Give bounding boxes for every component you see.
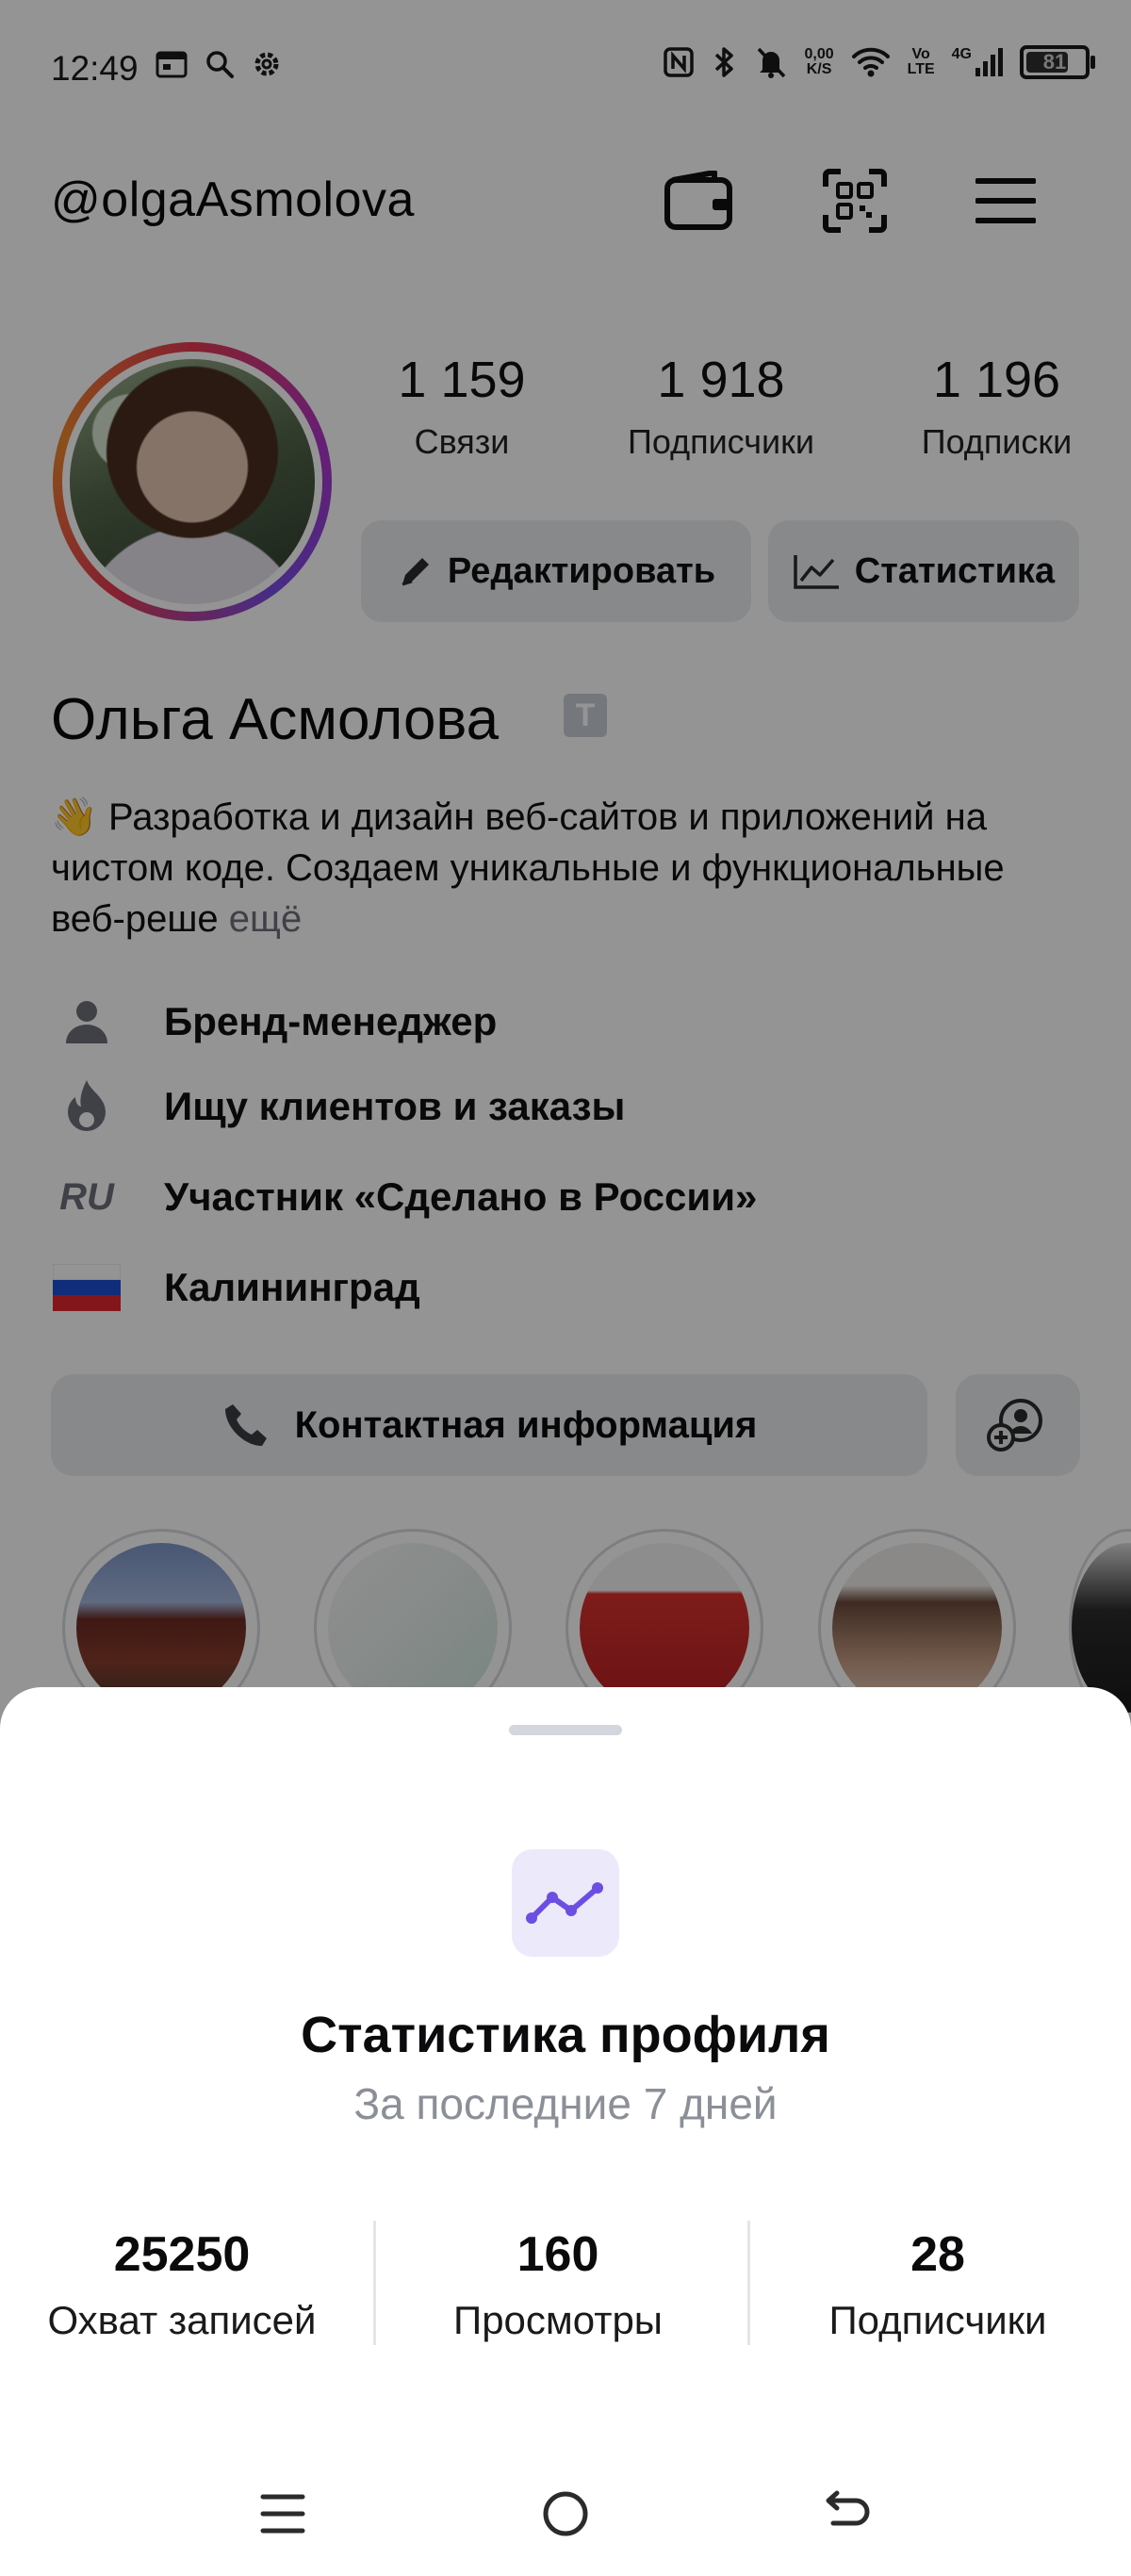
metric-reach: 25250 Охват записей <box>0 2226 364 2343</box>
metric-views: 160 Просмотры <box>376 2226 740 2343</box>
back-button[interactable] <box>806 2481 891 2547</box>
trend-chart-icon <box>526 1882 603 1924</box>
back-arrow-icon <box>826 2490 870 2526</box>
recent-apps-button[interactable] <box>240 2481 325 2547</box>
sheet-subtitle: За последние 7 дней <box>353 2079 778 2128</box>
metric-value: 28 <box>910 2227 965 2282</box>
statistics-badge <box>512 1849 619 1957</box>
sheet-drag-handle[interactable] <box>509 1725 622 1735</box>
home-button[interactable] <box>523 2481 608 2547</box>
metric-value: 25250 <box>113 2227 251 2282</box>
recent-apps-icon <box>260 2494 305 2534</box>
metric-label: Просмотры <box>453 2298 663 2342</box>
sheet-title: Статистика профиля <box>301 2007 830 2063</box>
metric-label: Подписчики <box>828 2298 1047 2342</box>
metric-followers: 28 Подписчики <box>750 2226 1125 2343</box>
home-circle-icon <box>543 2491 588 2536</box>
profile-page: 12:49 0,00 K/S Vo LTE 4G 81 @olgaAsmolov… <box>0 0 1131 2576</box>
metric-value: 160 <box>516 2227 599 2282</box>
metric-label: Охват записей <box>47 2298 317 2342</box>
